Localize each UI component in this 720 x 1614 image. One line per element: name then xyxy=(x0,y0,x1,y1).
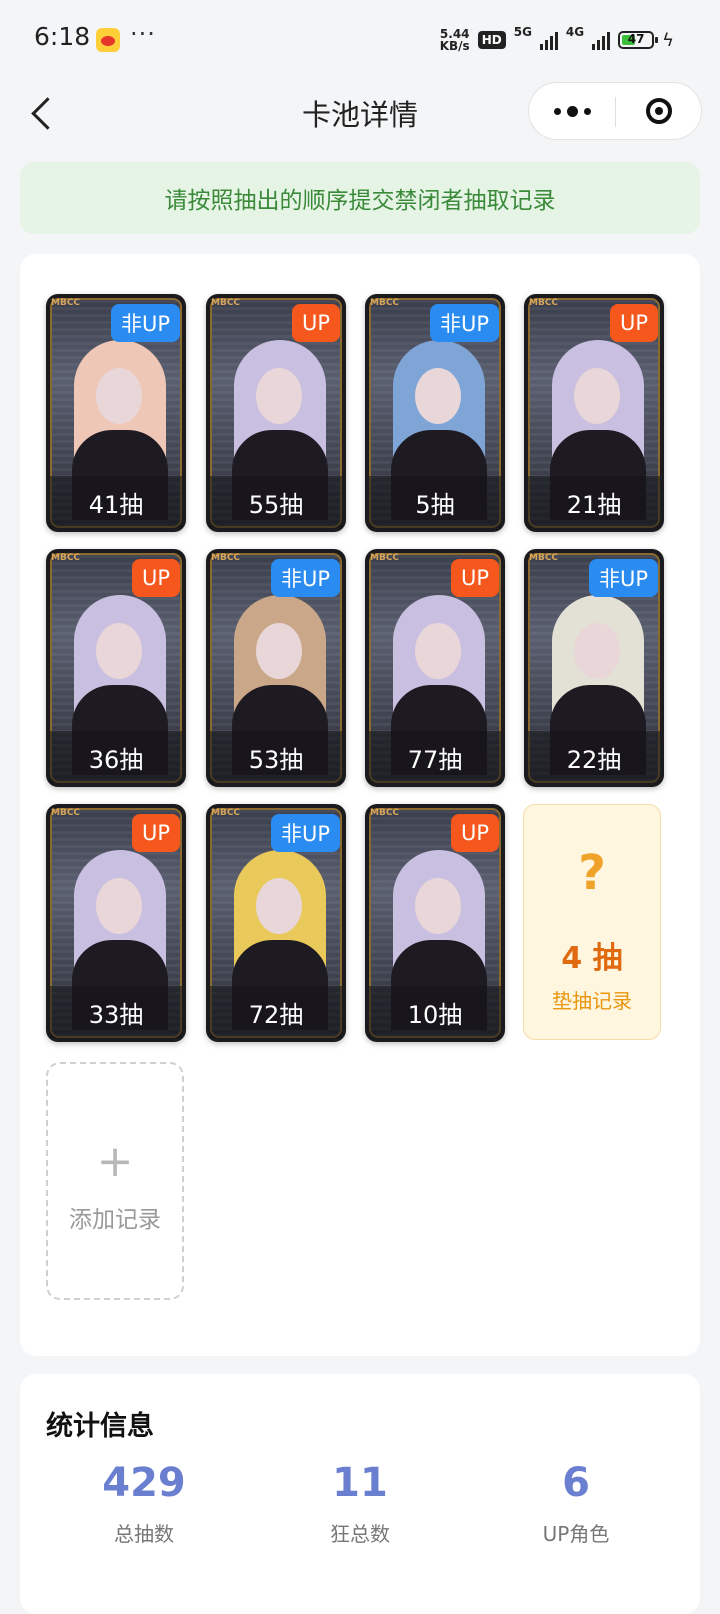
mbcc-logo: MBCC xyxy=(51,298,81,308)
network-4g-label: 4G xyxy=(565,25,585,39)
non-up-badge: 非UP xyxy=(270,559,340,597)
pull-count: 53抽 xyxy=(210,731,342,783)
pull-count: 10抽 xyxy=(369,986,501,1038)
mbcc-logo: MBCC xyxy=(529,298,559,308)
title-bar: 卡池详情 xyxy=(0,80,720,146)
pull-count: 41抽 xyxy=(50,476,182,528)
mbcc-logo: MBCC xyxy=(370,298,400,308)
up-badge: UP xyxy=(291,304,340,342)
mbcc-logo: MBCC xyxy=(529,553,559,563)
stat-value: 11 xyxy=(332,1460,388,1506)
more-notifications-icon: ··· xyxy=(130,20,156,48)
character-card[interactable]: MBCC UP 33抽 xyxy=(46,804,186,1042)
target-icon xyxy=(646,98,672,124)
stat-value: 429 xyxy=(102,1460,186,1506)
mbcc-logo: MBCC xyxy=(211,298,241,308)
miniprogram-capsule xyxy=(528,82,702,140)
pull-count: 21抽 xyxy=(528,476,660,528)
stat-value: 6 xyxy=(562,1460,590,1506)
pending-pulls-card[interactable]: ? 4 抽 垫抽记录 xyxy=(523,804,661,1040)
character-card[interactable]: MBCC 非UP 22抽 xyxy=(524,549,664,787)
mbcc-logo: MBCC xyxy=(211,808,241,818)
stat-label: 狂总数 xyxy=(330,1522,390,1546)
signal-icon xyxy=(592,30,611,50)
hd-icon: HD xyxy=(477,31,506,49)
stat-total-pulls: 429 总抽数 xyxy=(44,1460,244,1547)
question-icon: ? xyxy=(578,845,606,901)
mbcc-logo: MBCC xyxy=(211,553,241,563)
pull-count: 55抽 xyxy=(210,476,342,528)
pull-count: 5抽 xyxy=(369,476,501,528)
up-badge: UP xyxy=(131,814,180,852)
stat-up-characters: 6 UP角色 xyxy=(476,1460,676,1547)
close-miniprogram-button[interactable] xyxy=(616,83,702,139)
battery-level: 47 xyxy=(627,32,645,46)
character-card[interactable]: MBCC UP 77抽 xyxy=(365,549,505,787)
status-time: 6:18 xyxy=(34,22,91,51)
character-card[interactable]: MBCC UP 21抽 xyxy=(524,294,664,532)
records-panel: MBCC 非UP 41抽 MBCC UP 55抽 MBCC 非UP 5抽 MBCC UP 21抽 MBC… xyxy=(20,254,700,1356)
non-up-badge: 非UP xyxy=(270,814,340,852)
speed-unit: KB/s xyxy=(439,39,470,53)
character-card[interactable]: MBCC 非UP 53抽 xyxy=(206,549,346,787)
network-5g-label: 5G xyxy=(513,25,532,39)
stat-label: UP角色 xyxy=(542,1522,610,1546)
charging-icon: ϟ xyxy=(662,29,674,51)
character-card[interactable]: MBCC UP 55抽 xyxy=(206,294,346,532)
non-up-badge: 非UP xyxy=(110,304,180,342)
character-card[interactable]: MBCC 非UP 5抽 xyxy=(365,294,505,532)
character-card[interactable]: MBCC 非UP 41抽 xyxy=(46,294,186,532)
pull-count: 33抽 xyxy=(50,986,182,1038)
pull-count: 72抽 xyxy=(210,986,342,1038)
character-card[interactable]: MBCC UP 36抽 xyxy=(46,549,186,787)
weibo-icon xyxy=(96,28,120,52)
pending-pull-label: 垫抽记录 xyxy=(552,989,632,1013)
stat-kuang-total: 11 狂总数 xyxy=(260,1460,460,1547)
mbcc-logo: MBCC xyxy=(370,553,400,563)
stat-label: 总抽数 xyxy=(114,1522,174,1546)
non-up-badge: 非UP xyxy=(588,559,658,597)
character-card[interactable]: MBCC UP 10抽 xyxy=(365,804,505,1042)
battery-icon: 47 xyxy=(618,31,659,49)
up-badge: UP xyxy=(609,304,658,342)
add-record-button[interactable]: + 添加记录 xyxy=(46,1062,184,1300)
status-bar: 6:18 ··· 5.44 KB/s HD 5G 4G 47 ϟ xyxy=(0,0,720,80)
network-speed: 5.44 KB/s xyxy=(440,28,470,52)
signal-icon xyxy=(539,30,558,50)
mbcc-logo: MBCC xyxy=(51,808,81,818)
status-indicators: 5.44 KB/s HD 5G 4G 47 ϟ xyxy=(440,25,674,54)
non-up-badge: 非UP xyxy=(429,304,499,342)
pull-count: 22抽 xyxy=(528,731,660,783)
up-badge: UP xyxy=(450,814,499,852)
mbcc-logo: MBCC xyxy=(51,553,81,563)
up-badge: UP xyxy=(450,559,499,597)
more-options-button[interactable] xyxy=(529,83,615,139)
statistics-title: 统计信息 xyxy=(46,1411,154,1442)
pull-count: 77抽 xyxy=(369,731,501,783)
plus-icon: + xyxy=(96,1136,134,1187)
notice-banner: 请按照抽出的顺序提交禁闭者抽取记录 xyxy=(20,162,700,234)
add-record-label: 添加记录 xyxy=(69,1207,161,1233)
pull-count: 36抽 xyxy=(50,731,182,783)
character-card[interactable]: MBCC 非UP 72抽 xyxy=(206,804,346,1042)
statistics-panel: 统计信息 429 总抽数 11 狂总数 6 UP角色 xyxy=(20,1374,700,1614)
pending-pull-count: 4 抽 xyxy=(561,941,623,976)
up-badge: UP xyxy=(131,559,180,597)
mbcc-logo: MBCC xyxy=(370,808,400,818)
